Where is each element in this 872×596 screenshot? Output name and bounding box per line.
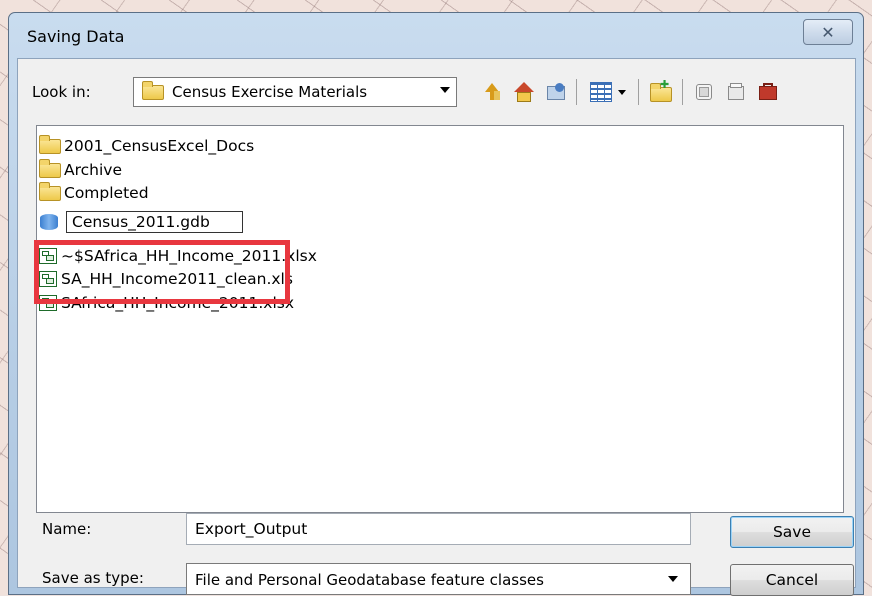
chevron-down-icon xyxy=(668,576,678,582)
excel-file-icon xyxy=(39,271,57,287)
excel-file-icon xyxy=(39,248,57,264)
file-name: SAfrica_HH_Income_2011.xlsx xyxy=(61,294,295,312)
look-in-value: Census Exercise Materials xyxy=(172,83,368,101)
file-name: 2001_CensusExcel_Docs xyxy=(64,137,255,155)
close-button[interactable]: ✕ xyxy=(803,19,853,45)
file-name: Archive xyxy=(64,161,122,179)
rename-input[interactable]: Census_2011.gdb xyxy=(66,211,243,233)
database-icon xyxy=(693,81,715,103)
cancel-button[interactable]: Cancel xyxy=(730,564,854,596)
close-icon: ✕ xyxy=(821,22,835,42)
home-button[interactable] xyxy=(510,77,538,107)
folder-icon xyxy=(39,134,61,154)
save-button[interactable]: Save xyxy=(730,516,854,548)
file-name: SA_HH_Income2011_clean.xls xyxy=(61,270,293,288)
list-item[interactable]: SAfrica_HH_Income_2011.xlsx xyxy=(39,291,294,315)
saving-data-dialog: Saving Data ✕ Look in: Census Exercise M… xyxy=(8,12,864,596)
chevron-down-icon[interactable] xyxy=(440,87,450,93)
red-toolbox-icon xyxy=(757,81,779,103)
list-item[interactable]: ~$SAfrica_HH_Income_2011.xlsx xyxy=(39,244,317,268)
dialog-client-area: Look in: Census Exercise Materials 2001_… xyxy=(17,58,856,596)
toolbox-icon xyxy=(725,81,747,103)
chevron-down-icon xyxy=(618,89,626,95)
look-in-label: Look in: xyxy=(32,83,91,101)
folder-icon xyxy=(39,181,61,201)
toolbox-button[interactable] xyxy=(754,77,782,107)
list-item[interactable]: Completed xyxy=(39,181,149,205)
list-item-renaming[interactable]: Census_2011.gdb xyxy=(39,210,243,234)
save-as-type-value: File and Personal Geodatabase feature cl… xyxy=(195,571,544,589)
geodatabase-icon xyxy=(39,212,59,232)
folder-icon xyxy=(39,158,61,178)
up-one-level-icon xyxy=(481,81,503,103)
new-toolbox-button[interactable] xyxy=(722,77,750,107)
toolbar-separator xyxy=(682,79,683,105)
toolbar-separator xyxy=(576,79,577,105)
list-item[interactable]: Archive xyxy=(39,158,122,182)
excel-file-icon xyxy=(39,295,57,311)
toolbar-separator xyxy=(638,79,639,105)
new-folder-button[interactable] xyxy=(646,77,674,107)
view-options-button[interactable] xyxy=(584,77,632,107)
name-label: Name: xyxy=(42,520,92,538)
save-as-type-select[interactable]: File and Personal Geodatabase feature cl… xyxy=(186,563,691,595)
new-database-button[interactable] xyxy=(690,77,718,107)
list-item[interactable]: SA_HH_Income2011_clean.xls xyxy=(39,267,293,291)
file-name: Completed xyxy=(64,184,149,202)
dialog-title: Saving Data xyxy=(27,27,125,46)
connect-folder-button[interactable] xyxy=(542,77,570,107)
home-icon xyxy=(513,81,535,103)
file-name: ~$SAfrica_HH_Income_2011.xlsx xyxy=(61,247,317,265)
list-view-icon xyxy=(590,82,612,102)
connect-folder-icon xyxy=(545,81,567,103)
look-in-combo[interactable]: Census Exercise Materials xyxy=(133,77,457,107)
up-one-level-button[interactable] xyxy=(478,77,506,107)
folder-icon xyxy=(142,80,164,100)
save-as-type-label: Save as type: xyxy=(42,569,144,587)
new-folder-icon xyxy=(649,78,672,103)
list-item[interactable]: 2001_CensusExcel_Docs xyxy=(39,134,254,158)
name-input[interactable]: Export_Output xyxy=(186,513,691,545)
file-list[interactable]: 2001_CensusExcel_Docs Archive Completed … xyxy=(36,125,844,513)
